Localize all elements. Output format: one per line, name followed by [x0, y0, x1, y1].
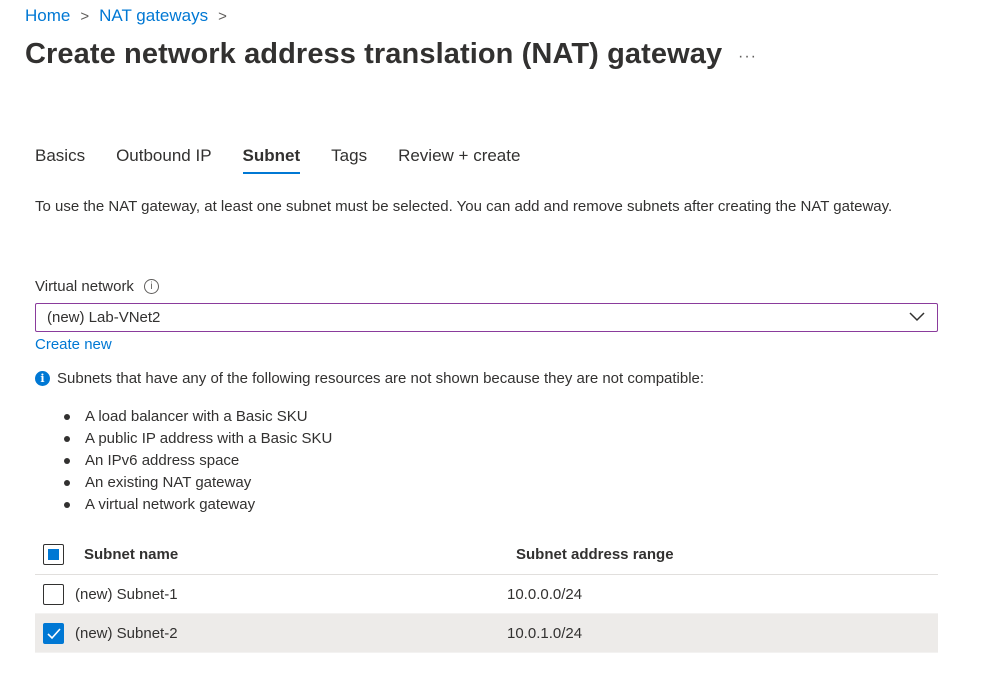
column-header-subnet-name[interactable]: Subnet name: [84, 546, 178, 563]
subnet-range: 10.0.0.0/24: [507, 585, 583, 603]
breadcrumb-home[interactable]: Home: [25, 6, 70, 26]
list-item: A public IP address with a Basic SKU: [64, 428, 332, 450]
chevron-right-icon: >: [218, 7, 227, 25]
more-options-button[interactable]: ···: [738, 48, 757, 66]
tab-review-create[interactable]: Review + create: [398, 146, 520, 174]
subnet-name: (new) Subnet-1: [75, 585, 178, 603]
select-all-checkbox[interactable]: [43, 544, 64, 565]
virtual-network-select[interactable]: (new) Lab-VNet2: [35, 303, 938, 332]
subnet-range: 10.0.1.0/24: [507, 624, 583, 642]
table-row[interactable]: (new) Subnet-1 10.0.0.0/24: [35, 575, 938, 614]
list-item: A load balancer with a Basic SKU: [64, 406, 332, 428]
table-header: Subnet name Subnet address range: [35, 535, 938, 575]
tab-bar: Basics Outbound IP Subnet Tags Review + …: [35, 146, 551, 174]
tab-outbound-ip[interactable]: Outbound IP: [116, 146, 211, 174]
virtual-network-label: Virtual network i: [35, 278, 159, 295]
tab-subnet[interactable]: Subnet: [242, 146, 300, 174]
row-checkbox[interactable]: [43, 622, 64, 644]
subnet-table: Subnet name Subnet address range (new) S…: [35, 535, 938, 653]
table-row[interactable]: (new) Subnet-2 10.0.1.0/24: [35, 614, 938, 653]
tab-tags[interactable]: Tags: [331, 146, 367, 174]
chevron-right-icon: >: [80, 7, 90, 25]
list-item: A virtual network gateway: [64, 494, 332, 516]
subnet-name: (new) Subnet-2: [75, 624, 178, 642]
list-item: An existing NAT gateway: [64, 472, 332, 494]
checkmark-icon: [47, 627, 61, 639]
row-checkbox[interactable]: [43, 583, 64, 605]
compatibility-notice: i Subnets that have any of the following…: [35, 370, 704, 387]
incompatible-resources-list: A load balancer with a Basic SKU A publi…: [64, 406, 332, 516]
info-icon[interactable]: i: [143, 279, 159, 294]
breadcrumb-nat-gateways[interactable]: NAT gateways: [99, 6, 208, 26]
create-new-link[interactable]: Create new: [35, 336, 112, 353]
intro-text: To use the NAT gateway, at least one sub…: [35, 198, 893, 215]
notice-text: Subnets that have any of the following r…: [57, 370, 705, 387]
info-filled-icon: i: [35, 371, 50, 386]
chevron-down-icon: [909, 312, 925, 322]
breadcrumb: Home > NAT gateways >: [25, 6, 237, 26]
column-header-address-range[interactable]: Subnet address range: [507, 546, 938, 563]
page-title: Create network address translation (NAT)…: [25, 38, 723, 70]
virtual-network-label-text: Virtual network: [35, 278, 134, 295]
tab-basics[interactable]: Basics: [35, 146, 85, 174]
list-item: An IPv6 address space: [64, 450, 332, 472]
virtual-network-value: (new) Lab-VNet2: [47, 309, 161, 326]
